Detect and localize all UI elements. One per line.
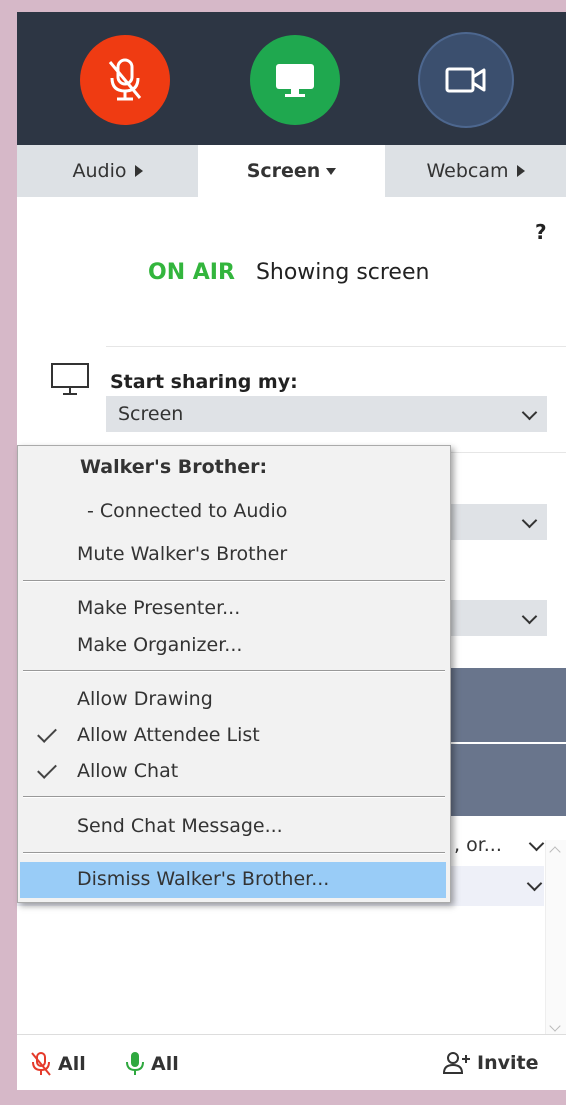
chevron-down-icon [526, 875, 543, 892]
attendee-scrollbar[interactable] [545, 840, 566, 1040]
on-air-label: ON AIR [148, 260, 235, 285]
tab-screen[interactable]: Screen [198, 145, 385, 197]
unmute-all-button[interactable]: All [125, 1051, 179, 1077]
menu-separator [23, 670, 445, 672]
screen-share-button[interactable] [250, 35, 340, 125]
media-toolbar [17, 12, 566, 145]
divider [106, 346, 566, 347]
share-option-select[interactable] [447, 504, 547, 540]
menu-item-dismiss[interactable]: Dismiss Walker's Brother... [20, 862, 446, 898]
mic-icon [126, 1052, 144, 1075]
mic-toggle-button[interactable] [80, 35, 170, 125]
unmute-all-label: All [151, 1053, 179, 1075]
broadcast-status: ON AIR Showing screen [148, 260, 429, 285]
invite-label: Invite [477, 1052, 539, 1074]
checkmark-icon [37, 759, 57, 779]
menu-separator [23, 796, 445, 798]
monitor-icon [51, 363, 89, 395]
media-tabs: Audio Screen Webcam [17, 145, 566, 197]
video-camera-icon [445, 67, 486, 93]
menu-item-dismiss-label: Dismiss Walker's Brother... [77, 868, 330, 890]
share-source-select[interactable]: Screen [106, 396, 547, 432]
menu-item-make-presenter[interactable]: Make Presenter... [77, 597, 240, 619]
menu-item-allow-drawing[interactable]: Allow Drawing [77, 688, 213, 710]
chevron-down-icon [521, 608, 538, 625]
invite-button[interactable]: Invite [443, 1051, 538, 1075]
triangle-right-icon [134, 165, 143, 177]
triangle-down-icon [326, 167, 337, 175]
menu-item-make-organizer[interactable]: Make Organizer... [77, 634, 242, 656]
attendee-context-menu: Walker's Brother: - Connected to Audio M… [17, 445, 451, 903]
status-message: Showing screen [255, 260, 430, 285]
menu-item-allow-chat[interactable]: Allow Chat [77, 760, 178, 782]
tab-webcam[interactable]: Webcam [385, 145, 566, 197]
menu-title: Walker's Brother: [80, 456, 268, 478]
share-title: Start sharing my: [110, 371, 298, 393]
tab-audio-label: Audio [72, 160, 127, 182]
mic-muted-icon [108, 58, 142, 101]
chevron-down-icon [521, 404, 538, 421]
tab-screen-label: Screen [246, 160, 321, 182]
tab-webcam-label: Webcam [426, 160, 509, 182]
add-user-icon [443, 1052, 470, 1074]
mic-muted-icon [31, 1052, 51, 1076]
monitor-icon [276, 64, 314, 97]
menu-item-mute[interactable]: Mute Walker's Brother [77, 543, 287, 565]
chevron-down-icon [521, 512, 538, 529]
triangle-right-icon [516, 165, 525, 177]
tab-audio[interactable]: Audio [17, 145, 198, 197]
menu-separator [23, 852, 445, 854]
menu-status: - Connected to Audio [87, 500, 288, 522]
chevron-down-icon [528, 835, 545, 852]
mute-all-button[interactable]: All [30, 1051, 86, 1077]
scroll-down-icon[interactable] [549, 1020, 561, 1032]
attendee-footer: All All Invite [17, 1034, 566, 1090]
help-button[interactable]: ? [535, 220, 547, 244]
share-source-value: Screen [118, 403, 184, 425]
share-option-select[interactable] [447, 600, 547, 636]
checkmark-icon [37, 723, 57, 743]
scroll-up-icon[interactable] [549, 846, 561, 858]
mute-all-label: All [58, 1053, 86, 1075]
menu-item-send-chat[interactable]: Send Chat Message... [77, 815, 283, 837]
list-filter-label: , or... [454, 834, 502, 856]
webcam-toggle-button[interactable] [418, 32, 514, 128]
menu-separator [23, 580, 445, 582]
menu-item-allow-attendee-list[interactable]: Allow Attendee List [77, 724, 260, 746]
